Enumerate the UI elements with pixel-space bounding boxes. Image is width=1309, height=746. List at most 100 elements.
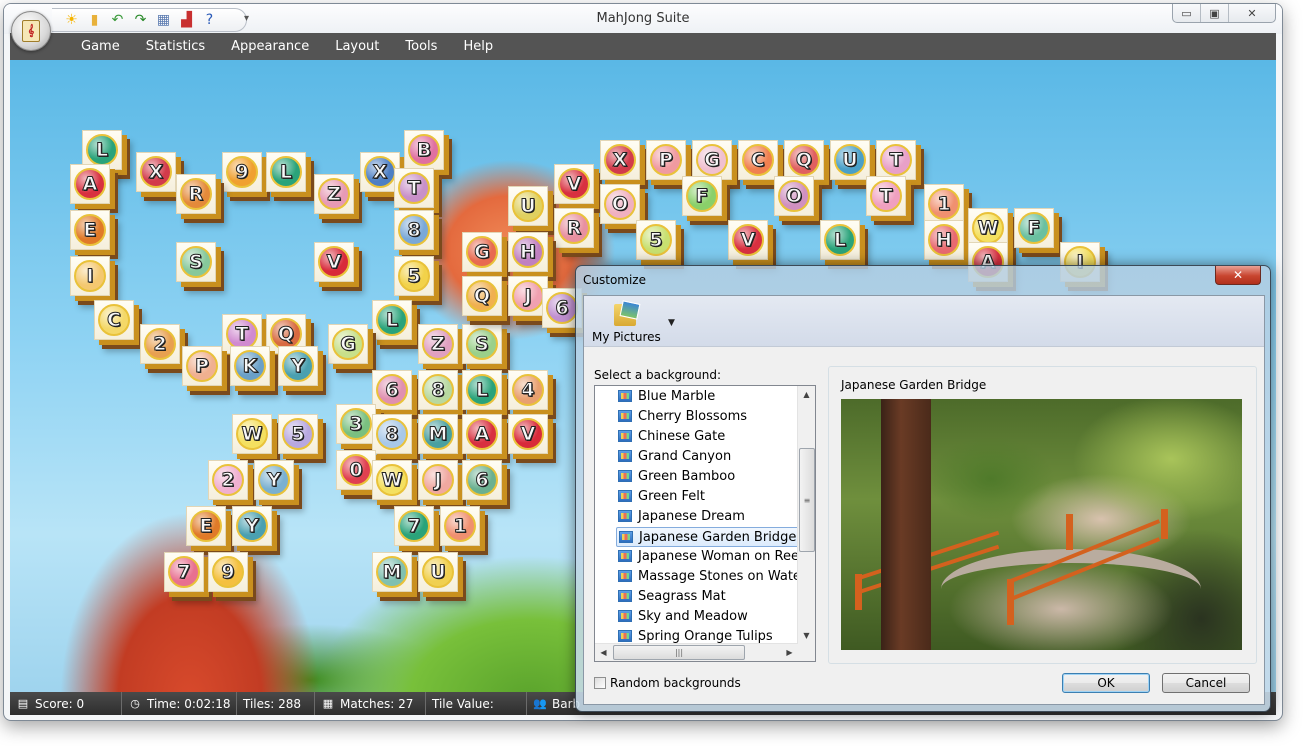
mahjong-tile[interactable]: W — [372, 460, 412, 500]
mahjong-tile[interactable]: V — [508, 414, 548, 454]
mahjong-tile[interactable]: L — [820, 220, 860, 260]
app-menu-button[interactable]: 𝄞 — [11, 11, 51, 51]
mahjong-tile[interactable]: 3 — [336, 404, 376, 444]
mahjong-tile[interactable]: 5 — [636, 220, 676, 260]
mahjong-tile[interactable]: T — [876, 140, 916, 180]
mahjong-tile[interactable]: W — [232, 414, 272, 454]
mahjong-tile[interactable]: 0 — [336, 450, 376, 490]
mahjong-tile[interactable]: 6 — [462, 460, 502, 500]
mahjong-tile[interactable]: 5 — [278, 414, 318, 454]
list-vertical-scrollbar[interactable]: ▲ ≡ ▼ — [797, 386, 815, 644]
ok-button[interactable]: OK — [1062, 673, 1150, 693]
mahjong-tile[interactable]: T — [394, 168, 434, 208]
mahjong-tile[interactable]: 8 — [372, 414, 412, 454]
close-button[interactable]: ✕ — [1228, 4, 1275, 22]
menu-help[interactable]: Help — [450, 33, 506, 60]
mahjong-tile[interactable]: 4 — [508, 370, 548, 410]
mahjong-tile[interactable]: U — [830, 140, 870, 180]
background-list-item[interactable]: Blue Marble — [616, 387, 717, 405]
new-game-icon[interactable]: ☀ — [62, 11, 81, 30]
mahjong-tile[interactable]: Y — [278, 346, 318, 386]
menu-tools[interactable]: Tools — [392, 33, 450, 60]
mahjong-tile[interactable]: S — [462, 324, 502, 364]
horizontal-scroll-thumb[interactable]: ||| — [613, 645, 745, 660]
mahjong-tile[interactable]: H — [924, 220, 964, 260]
mahjong-tile[interactable]: L — [372, 300, 412, 340]
layout-icon[interactable]: ▦ — [154, 11, 173, 30]
mahjong-tile[interactable]: A — [70, 164, 110, 204]
mahjong-tile[interactable]: 1 — [440, 506, 480, 546]
mahjong-tile[interactable]: J — [418, 460, 458, 500]
mahjong-tile[interactable]: X — [600, 140, 640, 180]
mahjong-tile[interactable]: B — [404, 130, 444, 170]
dialog-close-button[interactable]: ✕ — [1215, 266, 1261, 285]
mahjong-tile[interactable]: U — [508, 186, 548, 226]
maximize-button[interactable]: ▣ — [1200, 4, 1228, 22]
mahjong-tile[interactable]: H — [508, 232, 548, 272]
menu-game[interactable]: Game — [68, 33, 133, 60]
mahjong-tile[interactable]: E — [186, 506, 226, 546]
source-dropdown-icon[interactable]: ▼ — [668, 318, 675, 328]
background-list-item[interactable]: Green Felt — [616, 487, 707, 505]
mahjong-tile[interactable]: G — [328, 324, 368, 364]
menu-statistics[interactable]: Statistics — [133, 33, 218, 60]
mahjong-tile[interactable]: R — [554, 208, 594, 248]
mahjong-tile[interactable]: 2 — [208, 460, 248, 500]
background-list-item[interactable]: Grand Canyon — [616, 447, 733, 465]
vertical-scroll-thumb[interactable]: ≡ — [799, 448, 815, 552]
random-backgrounds-checkbox[interactable] — [594, 677, 606, 689]
scroll-left-icon[interactable]: ◀ — [595, 644, 612, 661]
mahjong-tile[interactable]: 2 — [140, 324, 180, 364]
mahjong-tile[interactable]: 5 — [394, 256, 434, 296]
menu-layout[interactable]: Layout — [322, 33, 392, 60]
mahjong-tile[interactable]: Q — [462, 276, 502, 316]
mahjong-tile[interactable]: U — [418, 552, 458, 592]
minimize-button[interactable]: ▭ — [1173, 4, 1200, 22]
background-list-item[interactable]: Japanese Garden Bridge — [616, 527, 800, 547]
mahjong-tile[interactable]: O — [774, 176, 814, 216]
mahjong-tile[interactable]: 7 — [164, 552, 204, 592]
mahjong-tile[interactable]: 1 — [924, 184, 964, 224]
mahjong-tile[interactable]: Z — [314, 174, 354, 214]
mahjong-tile[interactable]: M — [418, 414, 458, 454]
redo-icon[interactable]: ↷ — [131, 11, 150, 30]
mahjong-tile[interactable]: G — [462, 232, 502, 272]
scroll-down-icon[interactable]: ▼ — [798, 627, 815, 644]
random-backgrounds-option[interactable]: Random backgrounds — [594, 676, 741, 690]
open-icon[interactable]: ▮ — [85, 11, 104, 30]
background-list-item[interactable]: Sky and Meadow — [616, 607, 750, 625]
mahjong-tile[interactable]: S — [176, 242, 216, 282]
background-list-item[interactable]: Green Bamboo — [616, 467, 737, 485]
mahjong-tile[interactable]: F — [1014, 208, 1054, 248]
customize-quick-access-icon[interactable]: ▾ — [244, 13, 249, 24]
mahjong-tile[interactable]: C — [738, 140, 778, 180]
mahjong-tile[interactable]: Y — [232, 506, 272, 546]
mahjong-tile[interactable]: A — [462, 414, 502, 454]
mahjong-tile[interactable]: P — [646, 140, 686, 180]
help-icon[interactable]: ? — [200, 11, 219, 30]
mahjong-tile[interactable]: R — [176, 174, 216, 214]
background-list-item[interactable]: Japanese Dream — [616, 507, 747, 525]
mahjong-tile[interactable]: Q — [784, 140, 824, 180]
mahjong-tile[interactable]: 8 — [394, 210, 434, 250]
mahjong-tile[interactable]: C — [94, 300, 134, 340]
background-list-item[interactable]: Seagrass Mat — [616, 587, 728, 605]
mahjong-tile[interactable]: V — [728, 220, 768, 260]
mahjong-tile[interactable]: Z — [418, 324, 458, 364]
list-horizontal-scrollbar[interactable]: ◀ ||| ▶ — [595, 643, 798, 661]
background-list-item[interactable]: Cherry Blossoms — [616, 407, 749, 425]
mahjong-tile[interactable]: Y — [254, 460, 294, 500]
mahjong-tile[interactable]: M — [372, 552, 412, 592]
mahjong-tile[interactable]: L — [266, 152, 306, 192]
mahjong-tile[interactable]: L — [462, 370, 502, 410]
undo-icon[interactable]: ↶ — [108, 11, 127, 30]
my-pictures-button[interactable]: My Pictures — [592, 300, 661, 344]
mahjong-tile[interactable]: T — [866, 176, 906, 216]
mahjong-tile[interactable]: 7 — [394, 506, 434, 546]
scroll-right-icon[interactable]: ▶ — [781, 644, 798, 661]
mahjong-tile[interactable]: G — [692, 140, 732, 180]
background-list-item[interactable]: Japanese Woman on Reed — [616, 547, 809, 565]
background-list[interactable]: Spring Orange Tulips Sky and Meadow Seagra… — [594, 385, 816, 662]
cancel-button[interactable]: Cancel — [1162, 673, 1250, 693]
mahjong-tile[interactable]: E — [70, 210, 110, 250]
